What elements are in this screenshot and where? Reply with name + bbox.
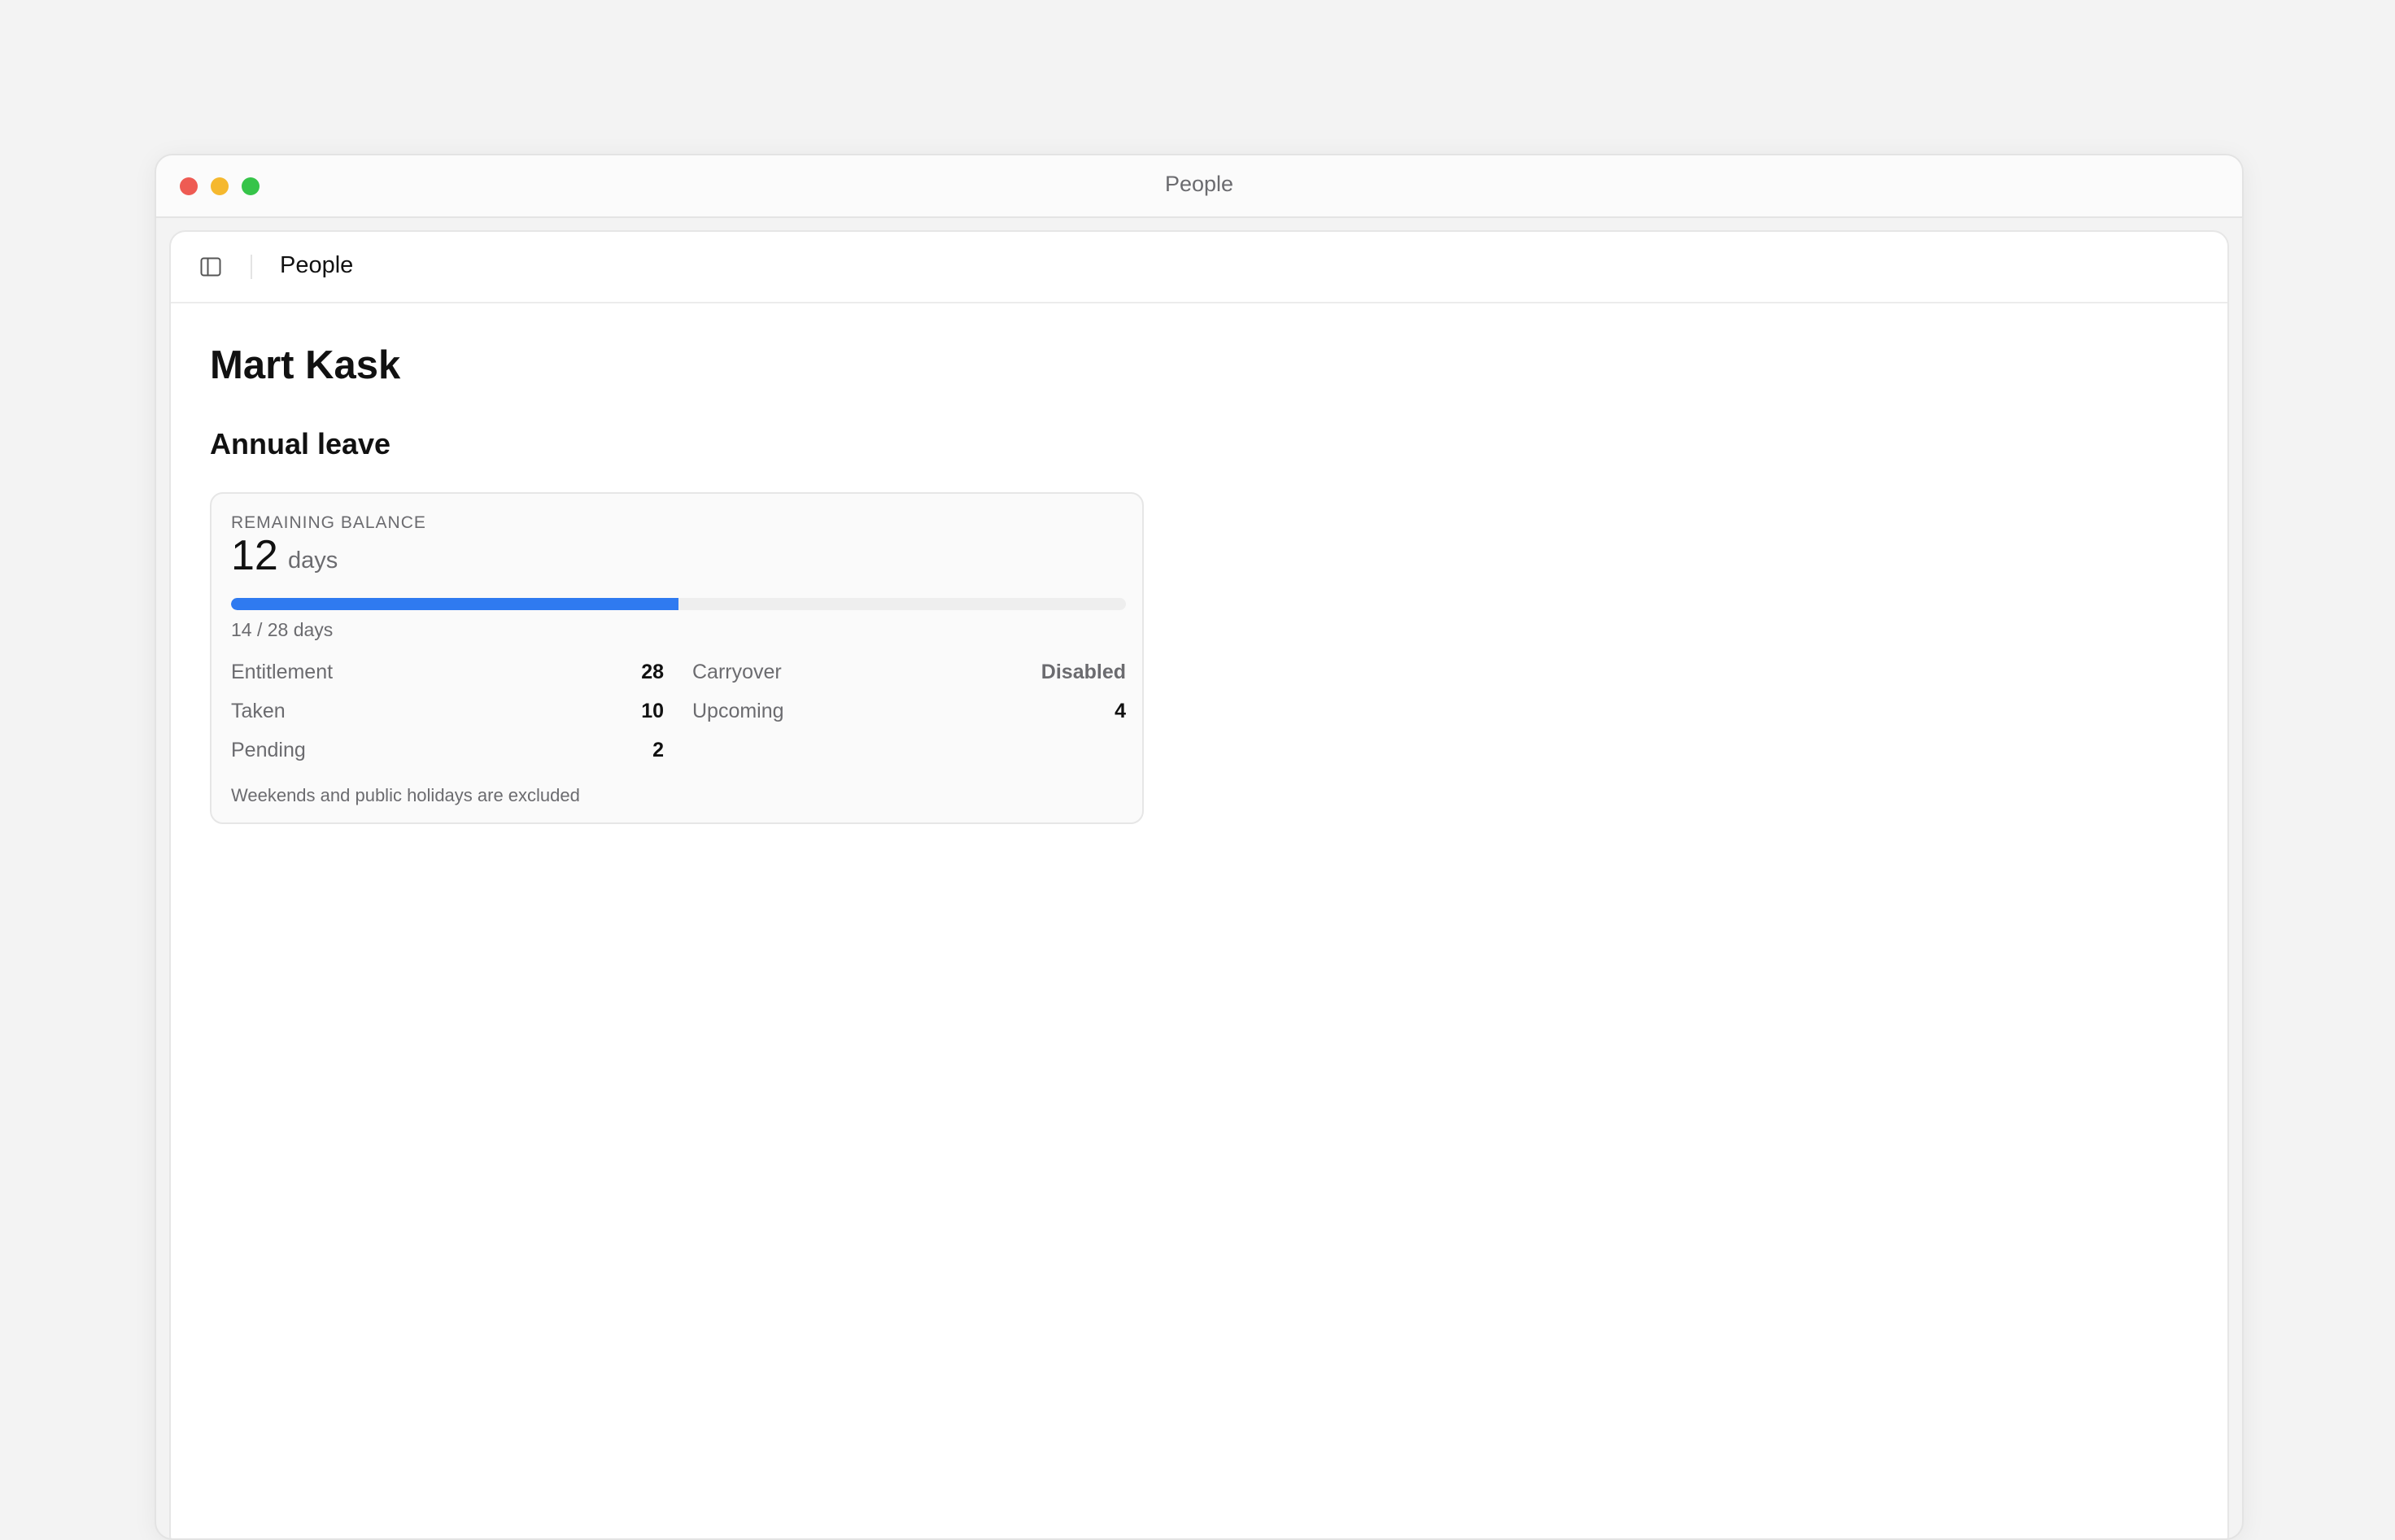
app-window: People People Mart Kask Annual leave REM… <box>155 154 2244 1540</box>
card-footnote: Weekends and public holidays are exclude… <box>231 785 580 805</box>
sidebar-toggle-icon[interactable] <box>200 256 221 277</box>
balance-label: REMAINING BALANCE <box>231 513 426 532</box>
stat-value: Disabled <box>1040 661 1126 683</box>
stat-label: Upcoming <box>692 700 784 722</box>
main-pane: People Mart Kask Annual leave REMAINING … <box>169 230 2229 1538</box>
stat-label: Entitlement <box>231 661 334 683</box>
progress-caption: 14 / 28 days <box>231 619 334 640</box>
balance-value: 12 <box>231 532 278 579</box>
stat-entitlement: Entitlement 28 <box>231 661 664 688</box>
page-title: People <box>280 252 354 278</box>
person-name: Mart Kask <box>210 343 401 387</box>
leave-progress-bar <box>231 598 1126 610</box>
stat-taken: Taken 10 <box>231 700 664 727</box>
stat-upcoming: Upcoming 4 <box>692 700 1126 727</box>
stat-label: Carryover <box>692 661 782 683</box>
stat-value: 2 <box>652 739 664 761</box>
stat-pending: Pending 2 <box>231 739 664 766</box>
window-title: People <box>1164 172 1234 196</box>
leave-progress-fill <box>231 598 678 610</box>
balance-unit: days <box>288 548 338 574</box>
page-header: People <box>171 232 2227 303</box>
stat-value: 28 <box>641 661 664 683</box>
section-title-annual-leave: Annual leave <box>210 427 391 460</box>
stat-value: 4 <box>1115 700 1126 722</box>
stat-label: Taken <box>231 700 286 722</box>
stat-carryover: Carryover Disabled <box>692 661 1126 688</box>
stat-label: Pending <box>231 739 306 761</box>
header-divider <box>251 255 252 279</box>
title-bar: People <box>156 155 2242 218</box>
leave-balance-card: REMAINING BALANCE 12 days 14 / 28 days E… <box>210 492 1144 824</box>
stat-value: 10 <box>641 700 664 722</box>
